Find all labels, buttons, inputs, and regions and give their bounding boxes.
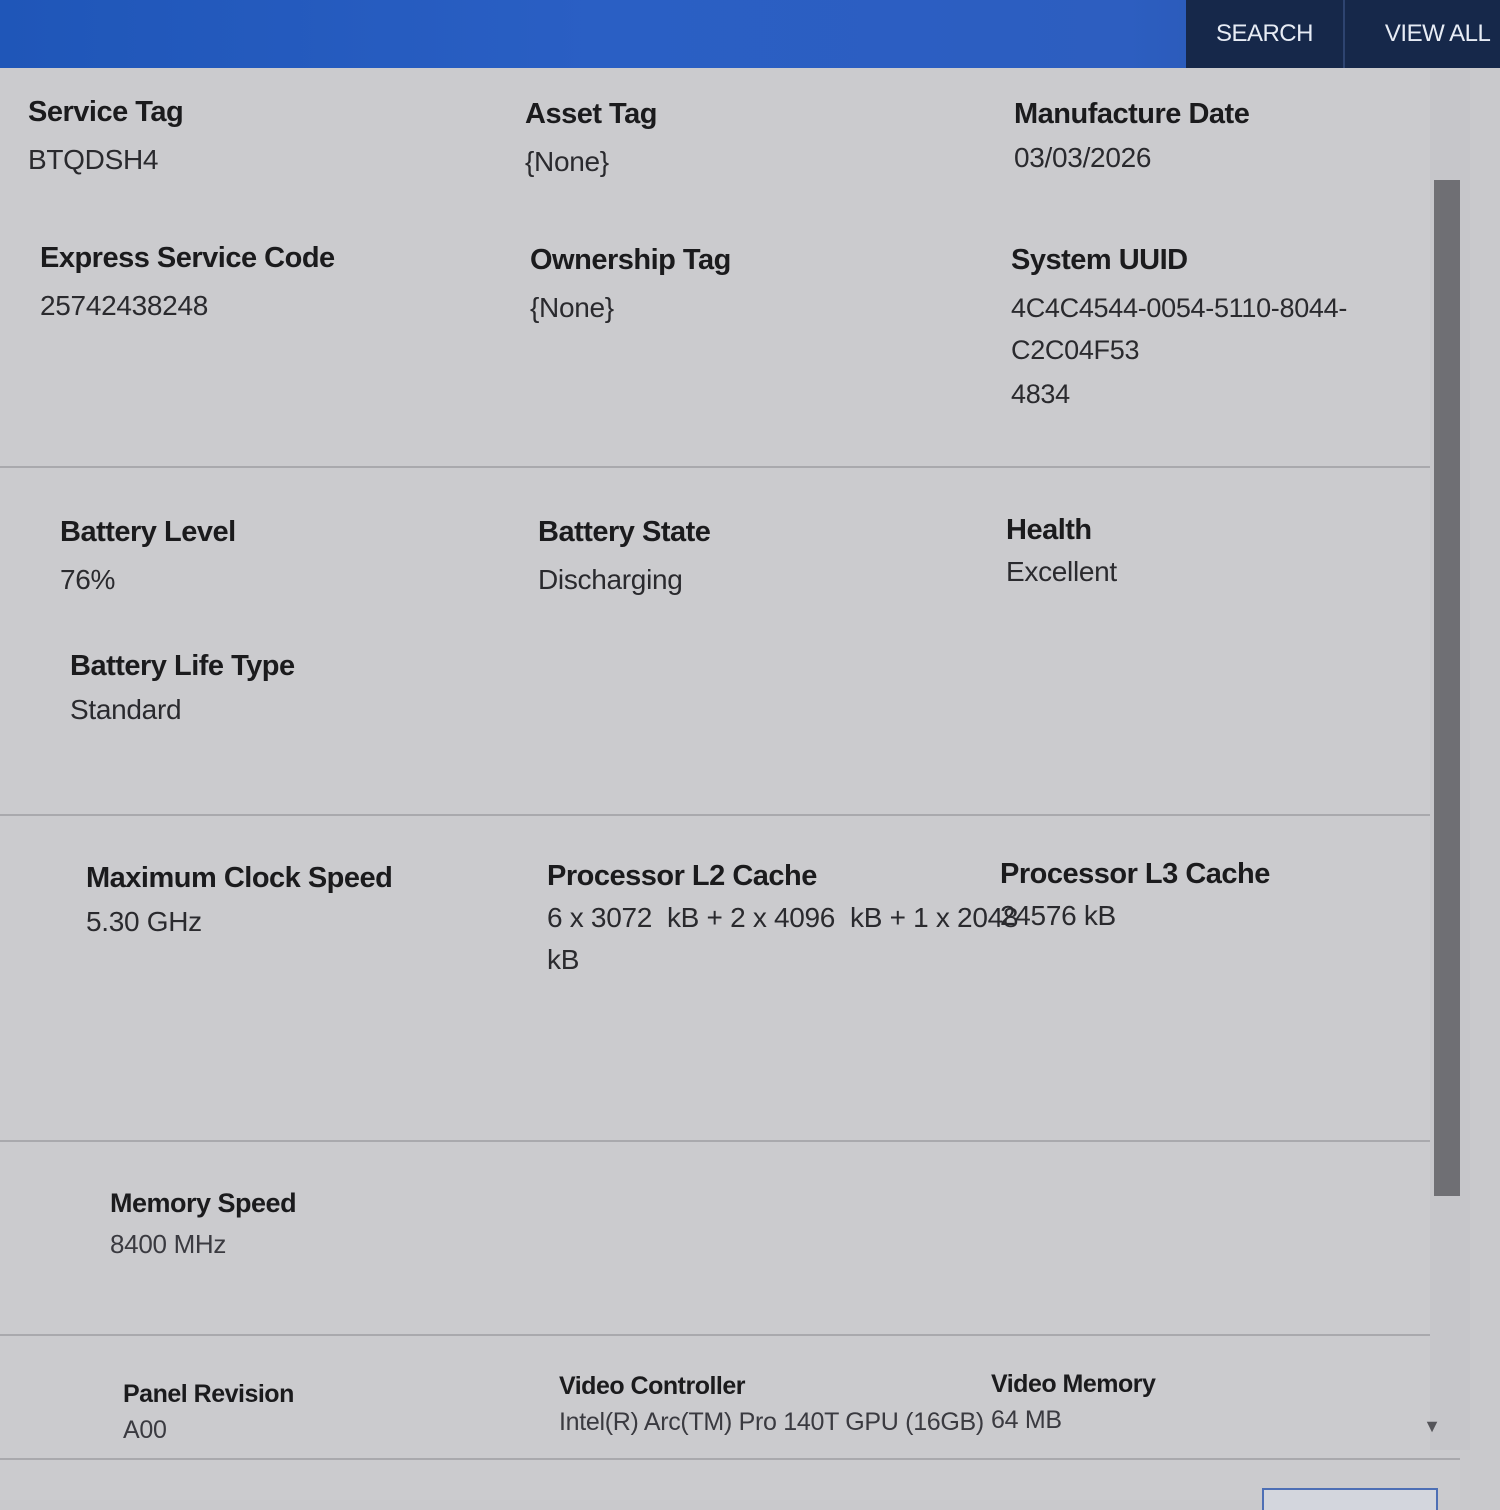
- manufacture-date-label: Manufacture Date: [1014, 98, 1250, 130]
- service-tag-label: Service Tag: [28, 96, 184, 128]
- battery-level-field: Battery Level 76%: [60, 516, 236, 601]
- asset-tag-value: {None}: [525, 146, 609, 177]
- battery-health-label: Health: [1006, 514, 1092, 546]
- battery-level-value: 76%: [60, 564, 116, 595]
- memory-section: Memory Speed 8400 MHz: [0, 1142, 1460, 1336]
- video-controller-field: Video Controller Intel(R) Arc(TM) Pro 14…: [559, 1372, 984, 1443]
- asset-tag-label: Asset Tag: [525, 98, 657, 130]
- l3-cache-field: Processor L3 Cache 24576 kB: [1000, 858, 1270, 937]
- service-tag-value: BTQDSH4: [28, 144, 159, 175]
- memory-speed-value: 8400 MHz: [110, 1229, 227, 1259]
- memory-speed-label: Memory Speed: [110, 1188, 297, 1218]
- l3-cache-value: 24576 kB: [1000, 900, 1116, 931]
- battery-health-value: Excellent: [1006, 556, 1117, 587]
- panel-revision-value: A00: [123, 1416, 167, 1444]
- system-uuid-value-line1: 4C4C4544-0054-5110-8044-C2C04F53: [1011, 293, 1348, 365]
- panel-revision-label: Panel Revision: [123, 1380, 294, 1408]
- max-clock-speed-value: 5.30 GHz: [86, 906, 202, 937]
- l2-cache-field: Processor L2 Cache 6 x 3072 kB + 2 x 409…: [547, 860, 1018, 981]
- l3-cache-label: Processor L3 Cache: [1000, 858, 1270, 890]
- system-uuid-field: System UUID 4C4C4544-0054-5110-8044-C2C0…: [1011, 244, 1460, 415]
- system-uuid-label: System UUID: [1011, 244, 1188, 276]
- video-controller-value: Intel(R) Arc(TM) Pro 140T GPU (16GB): [559, 1408, 984, 1436]
- top-nav: SEARCH VIEW ALL: [1186, 0, 1500, 68]
- battery-life-type-value: Standard: [70, 694, 182, 725]
- battery-state-label: Battery State: [538, 516, 711, 548]
- view-all-nav-button[interactable]: VIEW ALL: [1345, 0, 1500, 68]
- scrollbar-thumb[interactable]: [1434, 180, 1460, 1196]
- l2-cache-label: Processor L2 Cache: [547, 860, 817, 892]
- ownership-tag-value: {None}: [530, 292, 614, 323]
- manufacture-date-value: 03/03/2026: [1014, 142, 1152, 173]
- video-section: Panel Revision A00 Video Controller Inte…: [0, 1336, 1460, 1460]
- battery-level-label: Battery Level: [60, 516, 236, 548]
- asset-tag-field: Asset Tag {None}: [525, 98, 657, 183]
- video-controller-label: Video Controller: [559, 1372, 746, 1400]
- video-memory-value: 64 MB: [991, 1406, 1062, 1434]
- express-service-code-label: Express Service Code: [40, 242, 335, 274]
- processor-section: Maximum Clock Speed 5.30 GHz Processor L…: [0, 816, 1460, 1142]
- video-memory-label: Video Memory: [991, 1370, 1156, 1398]
- battery-section: Battery Level 76% Battery State Discharg…: [0, 468, 1460, 816]
- panel-revision-field: Panel Revision A00: [123, 1380, 294, 1451]
- details-panel: Service Tag BTQDSH4 Asset Tag {None} Man…: [0, 68, 1460, 1500]
- video-memory-field: Video Memory 64 MB: [991, 1370, 1156, 1441]
- search-nav-button[interactable]: SEARCH: [1186, 0, 1345, 68]
- l2-cache-value-line2: kB: [547, 944, 580, 975]
- battery-life-type-field: Battery Life Type Standard: [70, 650, 295, 731]
- express-service-code-value: 25742438248: [40, 290, 208, 321]
- max-clock-speed-label: Maximum Clock Speed: [86, 862, 393, 894]
- system-info-section: Service Tag BTQDSH4 Asset Tag {None} Man…: [0, 68, 1460, 468]
- express-service-code-field: Express Service Code 25742438248: [40, 242, 335, 327]
- battery-state-field: Battery State Discharging: [538, 516, 711, 601]
- service-tag-field: Service Tag BTQDSH4: [28, 96, 184, 181]
- battery-state-value: Discharging: [538, 564, 683, 595]
- system-uuid-value-line2: 4834: [1011, 379, 1070, 409]
- ownership-tag-label: Ownership Tag: [530, 244, 731, 276]
- battery-health-field: Health Excellent: [1006, 514, 1117, 593]
- max-clock-speed-field: Maximum Clock Speed 5.30 GHz: [86, 862, 393, 943]
- battery-life-type-label: Battery Life Type: [70, 650, 295, 682]
- ownership-tag-field: Ownership Tag {None}: [530, 244, 731, 329]
- l2-cache-value-line1: 6 x 3072 kB + 2 x 4096 kB + 1 x 2048: [547, 902, 1019, 933]
- bottom-action-button[interactable]: [1262, 1488, 1438, 1510]
- manufacture-date-field: Manufacture Date 03/03/2026: [1014, 98, 1250, 179]
- memory-speed-field: Memory Speed 8400 MHz: [110, 1188, 297, 1265]
- scroll-down-arrow-icon[interactable]: ▼: [1420, 1416, 1444, 1436]
